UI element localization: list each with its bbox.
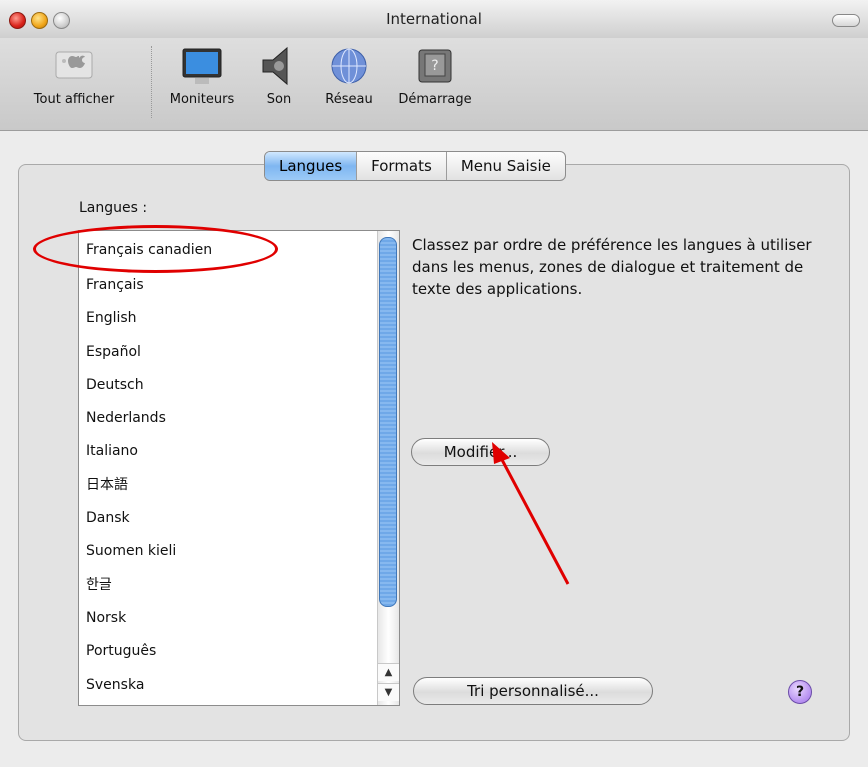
list-item[interactable]: Italiano [79,435,399,468]
toolbar-sound[interactable]: Son [254,44,304,107]
tab-input-menu[interactable]: Menu Saisie [447,152,565,180]
modify-button[interactable]: Modifier... [411,438,550,466]
toolbar-monitors[interactable]: Moniteurs [162,44,242,107]
list-item[interactable]: 日本語 [79,469,399,502]
tab-languages[interactable]: Langues [265,152,358,180]
title-bar: International [0,0,868,39]
list-item[interactable]: Suomen kieli [79,535,399,568]
svg-text:?: ? [431,58,438,74]
tab-formats[interactable]: Formats [357,152,447,180]
scroll-up-arrow-icon[interactable]: ▲ [378,663,399,681]
show-all-icon [52,44,96,88]
list-item[interactable]: Español [79,336,399,369]
toolbar-show-all[interactable]: Tout afficher [14,44,134,107]
toolbar-sound-label: Son [266,92,292,107]
list-item[interactable]: Norsk [79,602,399,635]
help-button[interactable]: ? [788,680,812,704]
toolbar-network[interactable]: Réseau [314,44,384,107]
list-item[interactable]: Dansk [79,502,399,535]
tab-bar: Langues Formats Menu Saisie [264,151,566,181]
list-item[interactable]: Nederlands [79,402,399,435]
toolbar-show-all-label: Tout afficher [33,92,115,107]
list-item[interactable]: Português [79,635,399,668]
toolbar-separator [151,46,152,118]
speaker-icon [257,44,301,88]
preferences-window: International Tout afficher Moniteurs So… [0,0,868,767]
languages-list[interactable]: Français canadien Français English Españ… [78,230,400,706]
toolbar-startup[interactable]: ? Démarrage [392,44,478,107]
languages-label: Langues : [79,200,148,216]
list-item[interactable]: Svenska [79,669,399,702]
monitor-icon [180,44,224,88]
network-globe-icon [327,44,371,88]
scrollbar-thumb[interactable] [379,237,397,607]
window-title: International [386,10,482,28]
toolbar-startup-label: Démarrage [398,92,472,107]
vertical-scrollbar[interactable]: ▲ ▼ [377,231,399,705]
list-item[interactable]: Français canadien [79,231,399,269]
toolbar-monitors-label: Moniteurs [169,92,235,107]
list-item[interactable]: English [79,302,399,335]
startup-disk-icon: ? [413,44,457,88]
toolbar-network-label: Réseau [325,92,373,107]
toolbar-toggle-button[interactable] [832,14,860,27]
list-item[interactable]: 한글 [79,569,399,602]
list-item[interactable]: Deutsch [79,369,399,402]
list-item[interactable]: Français [79,269,399,302]
languages-description: Classez par ordre de préférence les lang… [412,236,812,298]
custom-sort-button[interactable]: Tri personnalisé... [413,677,653,705]
scroll-down-arrow-icon[interactable]: ▼ [378,683,399,701]
toolbar: Tout afficher Moniteurs Son Réseau ? Dém… [0,38,868,131]
